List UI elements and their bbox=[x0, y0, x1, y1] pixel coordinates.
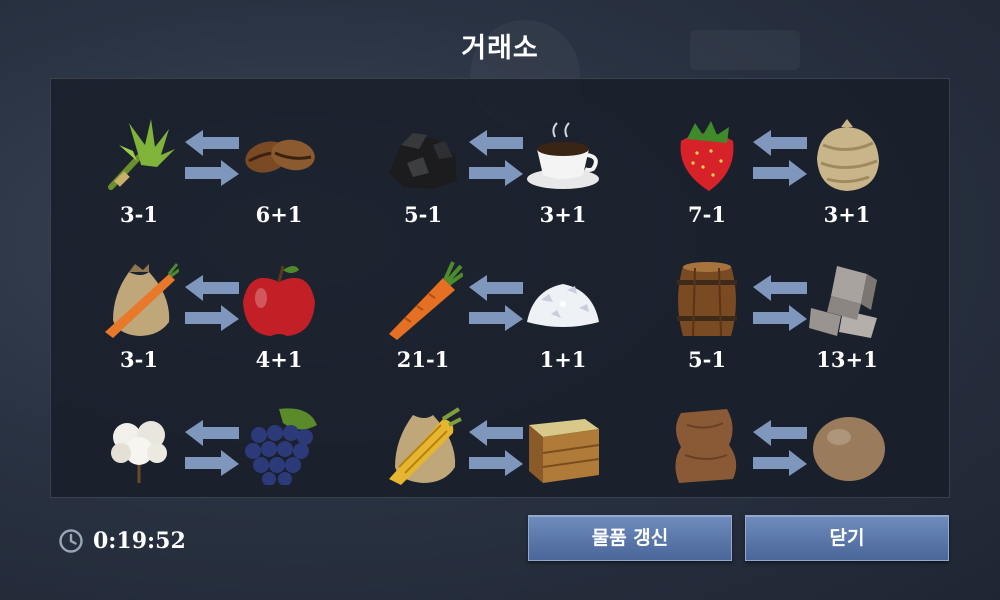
corn-sack-icon bbox=[389, 407, 462, 485]
carrot-sack-icon bbox=[105, 263, 179, 338]
timer-value: 0:19:52 bbox=[93, 528, 186, 554]
trade-slot[interactable] bbox=[51, 369, 335, 497]
coffee-cup-icon bbox=[527, 122, 599, 189]
carrot-icon bbox=[389, 261, 463, 340]
trade-slot[interactable]: 3-1 4+1 bbox=[51, 224, 335, 372]
clock-icon bbox=[59, 529, 83, 553]
trade-get-item: 3+1 bbox=[797, 79, 897, 227]
trade-slot[interactable]: 7-1 3+1 bbox=[619, 79, 903, 227]
trade-give-item: 5-1 bbox=[657, 224, 757, 372]
trade-slot[interactable] bbox=[619, 369, 903, 497]
trade-slot[interactable]: 3-1 6+1 bbox=[51, 79, 335, 227]
apple-icon bbox=[243, 265, 315, 336]
strawberry-icon bbox=[680, 121, 734, 191]
page-title: 거래소 bbox=[461, 33, 539, 64]
herb-icon bbox=[108, 119, 175, 190]
trade-get-item bbox=[513, 369, 613, 497]
cotton-icon bbox=[111, 421, 167, 483]
trade-get-item bbox=[229, 369, 329, 497]
trade-give-item: 3-1 bbox=[89, 224, 189, 372]
trade-give-item bbox=[657, 369, 757, 497]
trade-give-item: 21-1 bbox=[373, 224, 473, 372]
wool-bundle-icon bbox=[817, 119, 879, 191]
leather-icon bbox=[675, 409, 737, 483]
trade-give-item bbox=[373, 369, 473, 497]
iron-ingot-icon bbox=[809, 266, 877, 338]
trade-slot[interactable]: 5-1 13+1 bbox=[619, 224, 903, 372]
trade-give-item: 7-1 bbox=[657, 79, 757, 227]
trade-panel: 3-1 6+1 5-1 3+1 7-1 3+1 3-1 4+1 21-1 1+1… bbox=[50, 78, 950, 498]
wooden-crate-icon bbox=[529, 419, 600, 483]
trade-slot[interactable]: 21-1 1+1 bbox=[335, 224, 619, 372]
trade-get-item: 6+1 bbox=[229, 79, 329, 227]
trade-get-item: 1+1 bbox=[513, 224, 613, 372]
trade-slot[interactable]: 5-1 3+1 bbox=[335, 79, 619, 227]
trade-get-item: 13+1 bbox=[797, 224, 897, 372]
refresh-items-button[interactable]: 물품 갱신 bbox=[528, 515, 732, 561]
trade-slot[interactable] bbox=[335, 369, 619, 497]
coffee-beans-icon bbox=[245, 139, 315, 173]
close-button[interactable]: 닫기 bbox=[745, 515, 949, 561]
grapes-icon bbox=[245, 408, 317, 485]
trade-give-item: 3-1 bbox=[89, 79, 189, 227]
refresh-timer: 0:19:52 bbox=[58, 527, 186, 555]
trade-get-item: 3+1 bbox=[513, 79, 613, 227]
barrel-icon bbox=[677, 262, 737, 337]
salt-icon bbox=[527, 284, 599, 327]
trade-give-item bbox=[89, 369, 189, 497]
trade-get-item bbox=[797, 369, 897, 497]
trade-get-item: 4+1 bbox=[229, 224, 329, 372]
egg-icon bbox=[813, 417, 885, 481]
trade-give-item: 5-1 bbox=[373, 79, 473, 227]
coal-icon bbox=[389, 133, 457, 189]
